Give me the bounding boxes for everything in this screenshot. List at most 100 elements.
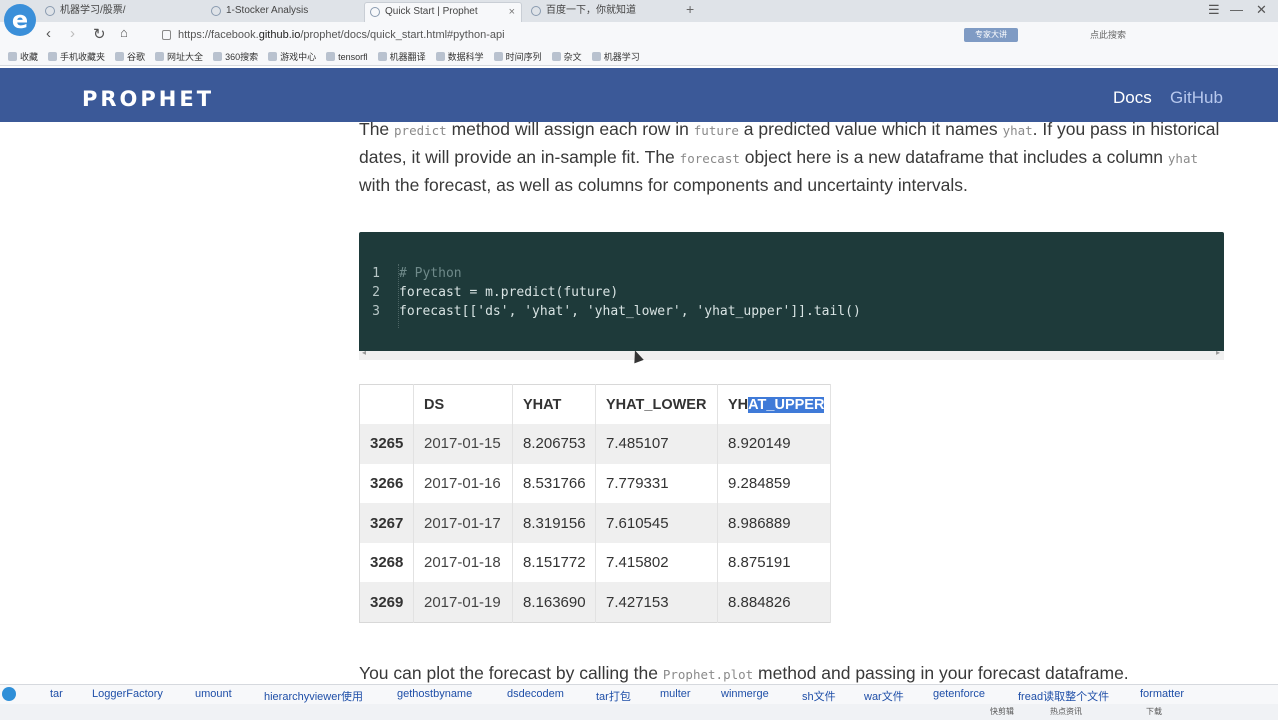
back-icon[interactable]: ‹ bbox=[46, 25, 51, 42]
folder-icon bbox=[551, 52, 561, 61]
table-row: 3266 2017-01-16 8.531766 7.779331 9.2848… bbox=[359, 463, 831, 504]
inline-code: predict bbox=[394, 123, 447, 138]
browser-logo-icon[interactable]: e bbox=[4, 4, 36, 36]
bookmark-item[interactable]: 收藏 bbox=[8, 50, 38, 63]
google-icon bbox=[115, 52, 125, 61]
code-line: forecast[['ds', 'yhat', 'yhat_lower', 'y… bbox=[399, 304, 861, 319]
code-horizontal-scrollbar[interactable]: ◂ ▸ bbox=[359, 348, 1224, 360]
suggestion-link[interactable]: getenforce bbox=[933, 688, 985, 700]
game-icon bbox=[268, 52, 278, 61]
new-tab-button[interactable]: + bbox=[686, 1, 694, 17]
bookmark-item[interactable]: 杂文 bbox=[551, 50, 582, 63]
suggestion-link[interactable]: tar打包 bbox=[596, 688, 631, 704]
address-bar[interactable]: https://facebook.github.io/prophet/docs/… bbox=[160, 26, 940, 44]
suggestion-link[interactable]: LoggerFactory bbox=[92, 688, 163, 700]
suggestion-link[interactable]: multer bbox=[660, 688, 691, 700]
paw-icon bbox=[531, 6, 541, 16]
minimize-icon[interactable]: — bbox=[1230, 2, 1243, 17]
status-hot-news[interactable]: 热点资讯 bbox=[1050, 706, 1082, 717]
bookmarks-bar: 收藏 手机收藏夹 谷歌 网址大全 360搜索 游戏中心 tensorfl 机器翻… bbox=[0, 48, 1278, 66]
status-download[interactable]: 下载 bbox=[1146, 706, 1162, 717]
address-toolbar: ‹ › ↻ ⌂ https://facebook.github.io/proph… bbox=[0, 22, 1278, 48]
suggestion-link[interactable]: gethostbyname bbox=[397, 688, 472, 700]
site-header: PROPHET Docs GitHub bbox=[0, 68, 1278, 122]
table-row: 3265 2017-01-15 8.206753 7.485107 8.9201… bbox=[359, 424, 831, 464]
extension-badge[interactable]: 专家大讲 bbox=[964, 28, 1018, 42]
nav-github-link[interactable]: GitHub bbox=[1170, 88, 1223, 108]
skin-icon[interactable]: ☰ bbox=[1208, 2, 1220, 18]
loading-icon bbox=[211, 6, 221, 16]
table-header-row: DS YHAT YHAT_LOWER YHAT_UPPER bbox=[359, 384, 831, 425]
line-number: 2 bbox=[372, 285, 380, 300]
folder-icon bbox=[493, 52, 503, 61]
tab-baidu[interactable]: 百度一下，你就知道 bbox=[526, 2, 682, 22]
bookmark-item[interactable]: 机器学习 bbox=[591, 50, 640, 63]
suggestion-link[interactable]: tar bbox=[50, 688, 63, 700]
predict-description-paragraph: The predict method will assign each row … bbox=[359, 119, 1220, 195]
suggestion-search-icon[interactable] bbox=[2, 687, 16, 701]
prophet-logo[interactable]: PROPHET bbox=[82, 88, 214, 110]
close-window-icon[interactable]: ✕ bbox=[1256, 2, 1267, 18]
home-icon[interactable]: ⌂ bbox=[120, 25, 128, 40]
bookmark-item[interactable]: 时间序列 bbox=[493, 50, 542, 63]
folder-icon bbox=[591, 52, 601, 61]
bookmark-item[interactable]: 游戏中心 bbox=[268, 50, 316, 63]
reload-icon[interactable]: ↻ bbox=[93, 25, 106, 43]
bookmark-item[interactable]: 360搜索 bbox=[213, 50, 258, 63]
column-header-yhat-upper: YHAT_UPPER bbox=[717, 384, 831, 425]
star-icon bbox=[8, 52, 17, 61]
inline-code: forecast bbox=[679, 151, 740, 166]
status-bar: 快剪辑 热点资讯 下载 bbox=[0, 704, 1278, 720]
search-icon bbox=[213, 52, 223, 61]
inline-code: yhat bbox=[1167, 151, 1199, 166]
table-row: 3267 2017-01-17 8.319156 7.610545 8.9868… bbox=[359, 503, 831, 543]
column-header-yhat-lower: YHAT_LOWER bbox=[595, 384, 718, 425]
line-number: 3 bbox=[372, 304, 380, 319]
suggestion-link[interactable]: hierarchyviewer使用 bbox=[264, 688, 363, 704]
nav-docs-link[interactable]: Docs bbox=[1113, 88, 1152, 108]
globe-icon bbox=[155, 52, 165, 61]
suggestion-link[interactable]: dsdecodem bbox=[507, 688, 564, 700]
bookmark-item[interactable]: 网址大全 bbox=[155, 50, 203, 63]
suggestion-link[interactable]: formatter bbox=[1140, 688, 1184, 700]
tab-stocker-analysis[interactable]: 1-Stocker Analysis bbox=[206, 2, 360, 22]
suggestion-link[interactable]: fread读取整个文件 bbox=[1018, 688, 1109, 704]
column-header-index bbox=[359, 384, 414, 425]
code-block[interactable]: 1 2 3 # Python forecast = m.predict(futu… bbox=[359, 232, 1224, 360]
column-header-yhat: YHAT bbox=[512, 384, 596, 425]
inline-code: yhat bbox=[1002, 123, 1033, 138]
forward-icon[interactable]: › bbox=[70, 25, 75, 42]
loading-icon bbox=[370, 7, 380, 17]
table-row: 3268 2017-01-18 8.151772 7.415802 8.8751… bbox=[359, 542, 831, 583]
loading-icon bbox=[45, 6, 55, 16]
table-row: 3269 2017-01-19 8.163690 7.427153 8.8848… bbox=[359, 582, 831, 623]
forecast-dataframe-table: DS YHAT YHAT_LOWER YHAT_UPPER 3265 2017-… bbox=[359, 384, 831, 623]
scroll-right-icon[interactable]: ▸ bbox=[1216, 348, 1220, 357]
bookmark-item[interactable]: 数据科学 bbox=[435, 50, 484, 63]
inline-code: Prophet.plot bbox=[662, 667, 754, 682]
suggestion-link[interactable]: sh文件 bbox=[802, 688, 836, 704]
bookmark-item[interactable]: 机器翻译 bbox=[377, 50, 426, 63]
column-header-ds: DS bbox=[413, 384, 513, 425]
suggestion-link[interactable]: war文件 bbox=[864, 688, 904, 704]
suggestion-link[interactable]: winmerge bbox=[721, 688, 769, 700]
search-suggestion-bar: tar LoggerFactory umount hierarchyviewer… bbox=[0, 684, 1278, 704]
bookmark-item[interactable]: tensorfl bbox=[326, 52, 368, 62]
bookmark-item[interactable]: 谷歌 bbox=[115, 50, 145, 63]
folder-icon bbox=[48, 52, 58, 61]
tab-quick-start-prophet[interactable]: Quick Start | Prophet × bbox=[364, 2, 522, 22]
lock-icon bbox=[162, 30, 171, 40]
code-line: forecast = m.predict(future) bbox=[399, 285, 619, 300]
bookmark-item[interactable]: 手机收藏夹 bbox=[48, 50, 105, 63]
folder-icon bbox=[435, 52, 445, 61]
code-gutter bbox=[387, 264, 399, 328]
line-number: 1 bbox=[372, 266, 380, 281]
scroll-left-icon[interactable]: ◂ bbox=[362, 348, 366, 357]
status-quick-edit[interactable]: 快剪辑 bbox=[990, 706, 1014, 717]
close-tab-icon[interactable]: × bbox=[509, 3, 515, 21]
tab-strip: 机器学习/股票/ 1-Stocker Analysis Quick Start … bbox=[0, 0, 1278, 22]
text-selection: AT_UPPER bbox=[748, 396, 825, 413]
tab-machine-learning[interactable]: 机器学习/股票/ bbox=[40, 2, 200, 22]
search-input[interactable]: 点此搜索 bbox=[1064, 26, 1176, 44]
suggestion-link[interactable]: umount bbox=[195, 688, 232, 700]
